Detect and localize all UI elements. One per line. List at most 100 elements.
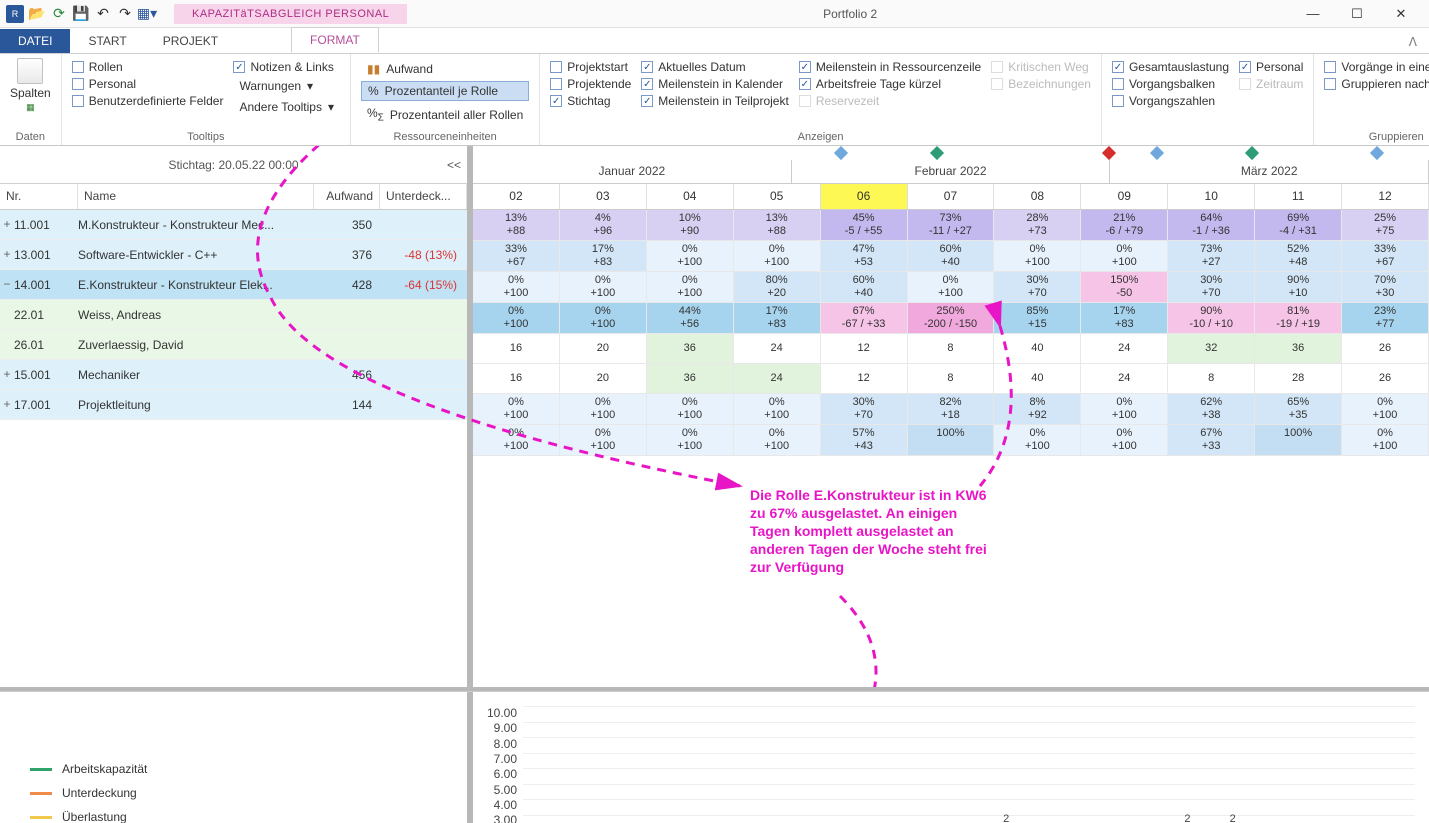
grid-cell[interactable]: 24 <box>1081 334 1168 364</box>
andere-tooltips-dropdown[interactable]: Andere Tooltips▾ <box>233 98 340 116</box>
grid-cell[interactable]: 0%+100 <box>560 303 647 334</box>
tab-format[interactable]: FORMAT <box>291 27 379 53</box>
grid-cell[interactable]: 40 <box>994 334 1081 364</box>
grid-cell[interactable]: 0%+100 <box>473 303 560 334</box>
grid-cell[interactable]: 0%+100 <box>994 241 1081 272</box>
grid-cell[interactable]: 20 <box>560 334 647 364</box>
redo-icon[interactable]: ↷ <box>116 5 134 23</box>
table-row[interactable]: −14.001E.Konstrukteur - Konstrukteur Ele… <box>0 270 467 300</box>
grid-cell[interactable]: 67%+33 <box>1168 425 1255 456</box>
open-icon[interactable]: 📂 <box>28 5 46 23</box>
grid-cell[interactable]: 0%+100 <box>1342 394 1429 425</box>
chk-rollen[interactable]: Rollen <box>72 60 224 74</box>
grid-cell[interactable]: 0%+100 <box>560 272 647 303</box>
grid-cell[interactable]: 33%+67 <box>473 241 560 272</box>
refresh-icon[interactable]: ⟳ <box>50 5 68 23</box>
chk-arbeitsfrei[interactable]: ✓Arbeitsfreie Tage kürzel <box>799 77 981 91</box>
minimize-button[interactable]: — <box>1293 6 1333 22</box>
grid-cell[interactable]: 0%+100 <box>1081 241 1168 272</box>
grid-cell[interactable]: 24 <box>1081 364 1168 394</box>
chk-benutzerfelder[interactable]: Benutzerdefinierte Felder <box>72 94 224 108</box>
grid-cell[interactable]: 64%-1 / +36 <box>1168 210 1255 241</box>
grid-cell[interactable]: 73%-11 / +27 <box>908 210 995 241</box>
grid-cell[interactable]: 65%+35 <box>1255 394 1342 425</box>
expand-icon[interactable]: + <box>0 368 14 382</box>
maximize-button[interactable]: ☐ <box>1337 6 1377 22</box>
grid-cell[interactable]: 28 <box>1255 364 1342 394</box>
tab-datei[interactable]: DATEI <box>0 29 70 53</box>
chk-personal2[interactable]: ✓Personal <box>1239 60 1303 74</box>
grid-cell[interactable]: 0%+100 <box>734 241 821 272</box>
week-cell[interactable]: 07 <box>908 184 995 209</box>
table-row[interactable]: 22.01Weiss, Andreas <box>0 300 467 330</box>
grid-cell[interactable]: 62%+38 <box>1168 394 1255 425</box>
grid-cell[interactable]: 81%-19 / +19 <box>1255 303 1342 334</box>
table-row[interactable]: +11.001M.Konstrukteur - Konstrukteur Mec… <box>0 210 467 240</box>
grid-cell[interactable]: 44%+56 <box>647 303 734 334</box>
grid-cell[interactable]: 28%+73 <box>994 210 1081 241</box>
grid-cell[interactable]: 0%+100 <box>647 241 734 272</box>
grid-cell[interactable]: 36 <box>647 334 734 364</box>
grid-cell[interactable]: 4%+96 <box>560 210 647 241</box>
grid-cell[interactable]: 52%+48 <box>1255 241 1342 272</box>
grid-cell[interactable]: 60%+40 <box>908 241 995 272</box>
grid-cell[interactable]: 47%+53 <box>821 241 908 272</box>
grid-cell[interactable]: 12 <box>821 364 908 394</box>
col-unterdeckung[interactable]: Unterdeck... <box>380 184 467 209</box>
warnungen-dropdown[interactable]: Warnungen▾ <box>233 77 340 95</box>
grid-cell[interactable]: 85%+15 <box>994 303 1081 334</box>
chk-stichtag[interactable]: ✓Stichtag <box>550 94 631 108</box>
grid-cell[interactable]: 26 <box>1342 364 1429 394</box>
table-row[interactable]: 26.01Zuverlaessig, David <box>0 330 467 360</box>
col-name[interactable]: Name <box>78 184 314 209</box>
expand-icon[interactable]: + <box>0 248 14 262</box>
grid-cell[interactable]: 100% <box>1255 425 1342 456</box>
grid-cell[interactable]: 40 <box>994 364 1081 394</box>
grid-cell[interactable]: 69%-4 / +31 <box>1255 210 1342 241</box>
expand-icon[interactable]: + <box>0 398 14 412</box>
grid-cell[interactable]: 8%+92 <box>994 394 1081 425</box>
week-cell[interactable]: 08 <box>994 184 1081 209</box>
grid-cell[interactable]: 30%+70 <box>994 272 1081 303</box>
chk-ms-kalender[interactable]: ✓Meilenstein in Kalender <box>641 77 789 91</box>
grid-cell[interactable]: 12 <box>821 334 908 364</box>
grid-cell[interactable]: 73%+27 <box>1168 241 1255 272</box>
grid-cell[interactable]: 0%+100 <box>1342 425 1429 456</box>
grid-cell[interactable]: 23%+77 <box>1342 303 1429 334</box>
chk-ms-ressource[interactable]: ✓Meilenstein in Ressourcenzeile <box>799 60 981 74</box>
grid-cell[interactable]: 100% <box>908 425 995 456</box>
grid-cell[interactable]: 0%+100 <box>647 272 734 303</box>
chk-vorgangsbalken[interactable]: Vorgangsbalken <box>1112 77 1229 91</box>
table-row[interactable]: +17.001Projektleitung144 <box>0 390 467 420</box>
table-row[interactable]: +15.001Mechaniker456 <box>0 360 467 390</box>
week-cell[interactable]: 02 <box>473 184 560 209</box>
grid-cell[interactable]: 70%+30 <box>1342 272 1429 303</box>
grid-cell[interactable]: 60%+40 <box>821 272 908 303</box>
grid-cell[interactable]: 0%+100 <box>1081 425 1168 456</box>
chk-akt-datum[interactable]: ✓Aktuelles Datum <box>641 60 789 74</box>
save-icon[interactable]: 💾 <box>72 5 90 23</box>
grid-icon[interactable]: ▦▾ <box>138 5 156 23</box>
grid-cell[interactable]: 80%+20 <box>734 272 821 303</box>
grid-cell[interactable]: 250%-200 / -150 <box>908 303 995 334</box>
grid-cell[interactable]: 26 <box>1342 334 1429 364</box>
grid-cell[interactable]: 0%+100 <box>560 425 647 456</box>
week-cell[interactable]: 12 <box>1342 184 1429 209</box>
grid-cell[interactable]: 30%+70 <box>821 394 908 425</box>
chk-gesamtauslastung[interactable]: ✓Gesamtauslastung <box>1112 60 1229 74</box>
grid-cell[interactable]: 17%+83 <box>734 303 821 334</box>
grid-cell[interactable]: 17%+83 <box>560 241 647 272</box>
spalten-button[interactable]: Spalten ▦ <box>10 58 51 129</box>
week-cell[interactable]: 09 <box>1081 184 1168 209</box>
grid-cell[interactable]: 10%+90 <box>647 210 734 241</box>
chk-personal[interactable]: Personal <box>72 77 224 91</box>
grid-cell[interactable]: 21%-6 / +79 <box>1081 210 1168 241</box>
prozentanteil-rolle-button[interactable]: %Prozentanteil je Rolle <box>361 81 529 101</box>
week-cell[interactable]: 11 <box>1255 184 1342 209</box>
week-cell[interactable]: 03 <box>560 184 647 209</box>
grid-cell[interactable]: 8 <box>908 364 995 394</box>
grid-cell[interactable]: 0%+100 <box>647 394 734 425</box>
chk-notizen[interactable]: ✓Notizen & Links <box>233 60 340 74</box>
grid-cell[interactable]: 0%+100 <box>734 394 821 425</box>
grid-cell[interactable]: 150%-50 <box>1081 272 1168 303</box>
